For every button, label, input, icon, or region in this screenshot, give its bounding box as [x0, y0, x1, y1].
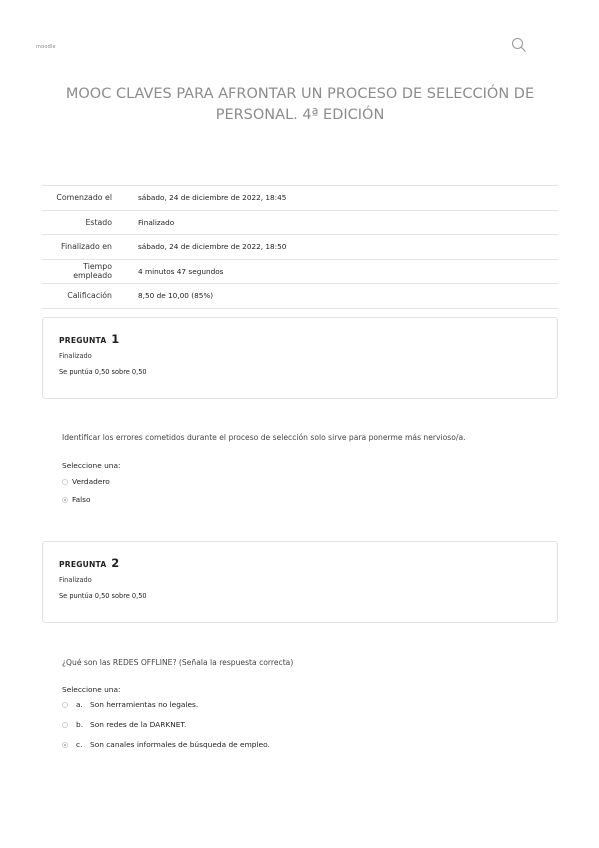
option-text: Son herramientas no legales. [90, 700, 199, 709]
summary-key: Finalizado en [42, 234, 122, 259]
radio-button[interactable] [62, 701, 68, 708]
question-1-option-false[interactable]: Falso [62, 495, 91, 504]
option-text: Falso [72, 495, 91, 504]
course-title: MOOC CLAVES PARA AFRONTAR UN PROCESO DE … [65, 86, 535, 123]
question-grade: Se puntúa 0,50 sobre 0,50 [59, 592, 147, 600]
question-2-text: ¿Qué son las REDES OFFLINE? (Señala la r… [62, 658, 294, 667]
summary-row-time: Tiempo empleado 4 minutos 47 segundos [42, 258, 558, 284]
site-logo[interactable]: moodle [36, 44, 56, 50]
question-1-option-true[interactable]: Verdadero [62, 477, 110, 486]
select-one-label: Seleccione una: [62, 685, 121, 694]
summary-key: Calificación [42, 283, 122, 309]
radio-button[interactable] [62, 721, 68, 728]
summary-key: Estado [42, 209, 122, 235]
question-heading: PREGUNTA 2 [59, 556, 541, 570]
radio-button[interactable] [62, 478, 68, 485]
option-text: Verdadero [72, 477, 110, 486]
search-icon[interactable] [511, 37, 527, 53]
question-grade: Se puntúa 0,50 sobre 0,50 [59, 368, 147, 376]
summary-value: Finalizado [122, 209, 558, 235]
summary-row-state: Estado Finalizado [42, 209, 558, 235]
question-1-info: PREGUNTA 1 Finalizado Se puntúa 0,50 sob… [42, 317, 558, 399]
question-number: 1 [111, 332, 120, 346]
question-state: Finalizado [59, 352, 92, 360]
question-number: 2 [111, 556, 120, 570]
summary-row-started: Comenzado el sábado, 24 de diciembre de … [42, 185, 558, 210]
question-label: PREGUNTA [59, 560, 107, 569]
question-2-option-c[interactable]: c. Son canales informales de búsqueda de… [62, 740, 270, 749]
attempt-summary-table: Comenzado el sábado, 24 de diciembre de … [42, 185, 558, 309]
radio-button-checked[interactable] [62, 496, 68, 503]
option-letter: b. [76, 720, 84, 729]
question-label: PREGUNTA [59, 336, 107, 345]
question-heading: PREGUNTA 1 [59, 332, 541, 346]
summary-row-finished: Finalizado en sábado, 24 de diciembre de… [42, 234, 558, 259]
summary-key: Comenzado el [42, 185, 122, 210]
option-text: Son redes de la DARKNET. [90, 720, 187, 729]
question-2-option-b[interactable]: b. Son redes de la DARKNET. [62, 720, 186, 729]
question-state: Finalizado [59, 576, 92, 584]
summary-value: 4 minutos 47 segundos [122, 258, 558, 284]
select-one-label: Seleccione una: [62, 461, 121, 470]
summary-row-grade: Calificación 8,50 de 10,00 (85%) [42, 283, 558, 309]
option-text: Son canales informales de búsqueda de em… [90, 740, 270, 749]
option-letter: a. [76, 700, 83, 709]
question-1-text: Identificar los errores cometidos durant… [62, 433, 466, 442]
summary-key: Tiempo empleado [42, 258, 122, 284]
summary-value: sábado, 24 de diciembre de 2022, 18:50 [122, 234, 558, 259]
question-2-option-a[interactable]: a. Son herramientas no legales. [62, 700, 198, 709]
radio-button-checked[interactable] [62, 741, 68, 748]
summary-value: 8,50 de 10,00 (85%) [122, 283, 558, 309]
option-letter: c. [76, 740, 83, 749]
question-2-info: PREGUNTA 2 Finalizado Se puntúa 0,50 sob… [42, 541, 558, 623]
summary-value: sábado, 24 de diciembre de 2022, 18:45 [122, 185, 558, 210]
